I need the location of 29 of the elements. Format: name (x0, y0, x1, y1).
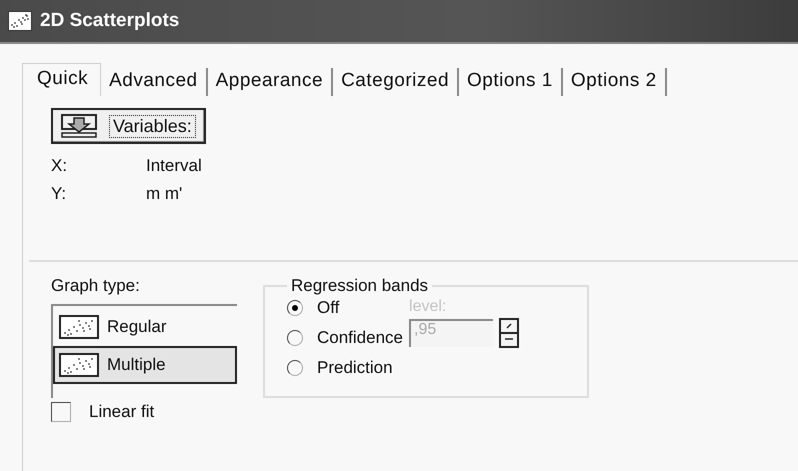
variable-name: m m' (146, 184, 184, 204)
spinner-icon[interactable] (499, 318, 520, 348)
tab[interactable]: Appearance (208, 68, 334, 96)
checkbox[interactable] (51, 402, 71, 422)
variables-button[interactable]: Variables: (51, 108, 206, 144)
tab[interactable]: Categorized (333, 68, 460, 96)
radio-label: Off (317, 298, 340, 318)
tab[interactable]: Options 2 (562, 68, 667, 96)
axis-label: Y: (51, 184, 68, 204)
radio-button[interactable] (287, 360, 303, 376)
tab[interactable]: Quick (22, 63, 102, 96)
variable-name: Interval (146, 156, 203, 176)
tab[interactable]: Advanced (101, 68, 208, 96)
scatter-plot-icon (59, 353, 99, 377)
radio-label: Prediction (317, 358, 393, 378)
list-item[interactable]: Regular (53, 308, 237, 346)
tab[interactable]: Options 1 (459, 68, 563, 96)
radio-label: Confidence (317, 328, 404, 348)
graph-type-label: Graph type: (51, 276, 141, 296)
list-item[interactable]: Multiple (53, 346, 237, 384)
window-title: 2D Scatterplots (40, 10, 180, 32)
scatter-plot-icon (59, 315, 99, 339)
import-arrow-icon (61, 114, 97, 138)
radio-button[interactable] (287, 330, 303, 346)
radio-button[interactable] (287, 300, 303, 316)
group-title: Regression bands (290, 276, 430, 296)
checkbox-label: Linear fit (89, 402, 154, 422)
scatter-plot-icon (8, 11, 32, 31)
axis-label: X: (51, 156, 68, 176)
